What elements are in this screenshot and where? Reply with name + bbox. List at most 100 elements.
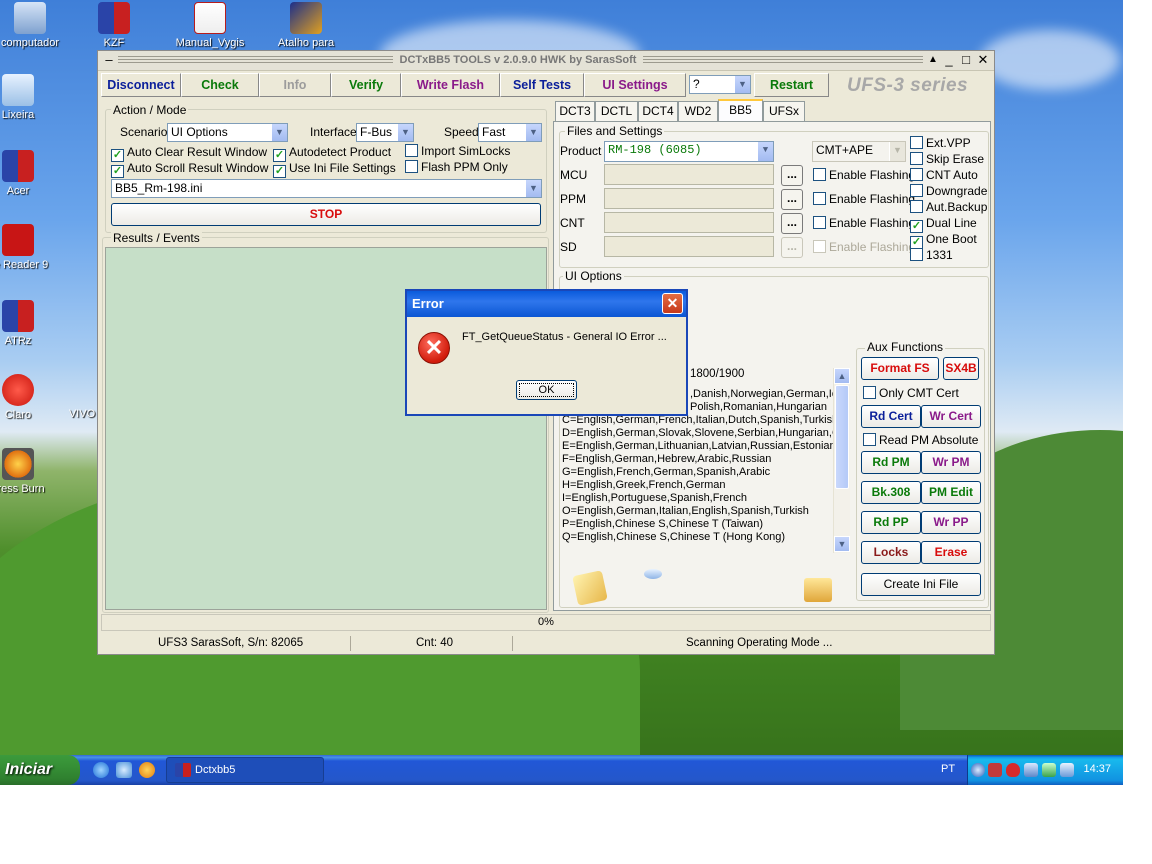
cnt-browse-button[interactable]: ... bbox=[781, 213, 803, 234]
media-player-icon[interactable] bbox=[139, 762, 155, 778]
create-ini-file-button[interactable]: Create Ini File bbox=[861, 573, 981, 596]
locks-button[interactable]: Locks bbox=[861, 541, 921, 564]
stop-button[interactable]: STOP bbox=[111, 203, 541, 226]
wr-cert-button[interactable]: Wr Cert bbox=[921, 405, 981, 428]
folder-icon[interactable] bbox=[804, 578, 832, 602]
cmt-select[interactable]: CMT+APE ▼ bbox=[812, 141, 906, 162]
open-folder-icon[interactable] bbox=[572, 570, 608, 606]
sd-field[interactable] bbox=[604, 236, 774, 257]
n1331-checkbox[interactable]: 1331 bbox=[910, 248, 953, 262]
ppm-field[interactable] bbox=[604, 188, 774, 209]
scrollbar-thumb[interactable] bbox=[835, 385, 849, 489]
self-tests-button[interactable]: Self Tests bbox=[500, 73, 584, 97]
aut-backup-checkbox[interactable]: Aut.Backup bbox=[910, 200, 987, 214]
rd-pp-button[interactable]: Rd PP bbox=[861, 511, 921, 534]
skip-erase-checkbox[interactable]: Skip Erase bbox=[910, 152, 984, 166]
check-button[interactable]: Check bbox=[181, 73, 259, 97]
monitor-icon[interactable] bbox=[1060, 763, 1074, 777]
network-tray-icon[interactable] bbox=[988, 763, 1002, 777]
language-scrollbar[interactable]: ▲ ▼ bbox=[833, 368, 850, 553]
title-bar[interactable]: – DCTxBB5 TOOLS v 2.0.9.0 HWK by SarasSo… bbox=[98, 51, 994, 71]
desktop-icon-burn[interactable]: press Burn bbox=[0, 448, 58, 495]
device-icon[interactable] bbox=[1024, 763, 1038, 777]
close-icon[interactable]: ✕ bbox=[662, 293, 683, 314]
desktop-icon-manual[interactable]: Manual_Vygis bbox=[170, 2, 250, 49]
one-boot-checkbox[interactable]: ✓ One Boot bbox=[910, 232, 977, 249]
cnt-auto-checkbox[interactable]: CNT Auto bbox=[910, 168, 978, 182]
start-button[interactable]: Iniciar bbox=[0, 755, 80, 785]
disk-icon[interactable] bbox=[644, 569, 662, 579]
maximize-icon[interactable]: □ bbox=[958, 52, 974, 68]
write-flash-button[interactable]: Write Flash bbox=[401, 73, 500, 97]
help-select[interactable]: ? ▼ bbox=[689, 75, 751, 94]
tab-wd2[interactable]: WD2 bbox=[678, 101, 718, 121]
wr-pp-button[interactable]: Wr PP bbox=[921, 511, 981, 534]
ie-icon[interactable] bbox=[93, 762, 109, 778]
cnt-field[interactable] bbox=[604, 212, 774, 233]
minimize-icon[interactable]: _ bbox=[941, 52, 957, 68]
ini-file-select[interactable]: BB5_Rm-198.ini ▼ bbox=[111, 179, 542, 198]
desktop-icon-reader[interactable]: be Reader 9 bbox=[0, 224, 58, 271]
verify-button[interactable]: Verify bbox=[331, 73, 401, 97]
disconnect-button[interactable]: Disconnect bbox=[101, 73, 181, 97]
ok-button[interactable]: OK bbox=[516, 380, 577, 400]
error-dialog-title[interactable]: Error bbox=[407, 291, 686, 317]
desktop-icon-computador[interactable]: computador bbox=[0, 2, 70, 49]
wr-pm-button[interactable]: Wr PM bbox=[921, 451, 981, 474]
desktop-icon-atalho[interactable]: Atalho para bbox=[266, 2, 346, 49]
ui-settings-button[interactable]: UI Settings bbox=[584, 73, 686, 97]
tab-dct4[interactable]: DCT4 bbox=[638, 101, 678, 121]
mcu-browse-button[interactable]: ... bbox=[781, 165, 803, 186]
ppm-enable-flashing-checkbox[interactable]: Enable Flashing bbox=[813, 192, 915, 206]
use-ini-checkbox[interactable]: ✓ Use Ini File Settings bbox=[273, 161, 396, 178]
ppm-browse-button[interactable]: ... bbox=[781, 189, 803, 210]
sd-enable-flashing-checkbox[interactable]: Enable Flashing bbox=[813, 240, 915, 254]
system-menu-icon[interactable]: – bbox=[101, 52, 117, 68]
scroll-down-icon[interactable]: ▼ bbox=[834, 536, 850, 552]
scroll-up-icon[interactable]: ▲ bbox=[925, 52, 941, 68]
dual-line-checkbox[interactable]: ✓ Dual Line bbox=[910, 216, 977, 233]
taskbar-item-dctxbb5[interactable]: Dctxbb5 bbox=[166, 757, 324, 783]
flash-ppm-only-checkbox[interactable]: Flash PPM Only bbox=[405, 160, 508, 174]
downgrade-checkbox[interactable]: Downgrade bbox=[910, 184, 987, 198]
language-indicator[interactable]: PT bbox=[941, 763, 955, 775]
tab-bb5[interactable]: BB5 bbox=[718, 99, 763, 122]
desktop-icon-kzf[interactable]: KZF bbox=[74, 2, 154, 49]
usb-icon[interactable] bbox=[1042, 763, 1056, 777]
ext-vpp-checkbox[interactable]: Ext.VPP bbox=[910, 136, 971, 150]
speed-select[interactable]: Fast ▼ bbox=[478, 123, 542, 142]
info-button[interactable]: Info bbox=[259, 73, 331, 97]
mcu-enable-flashing-checkbox[interactable]: Enable Flashing bbox=[813, 168, 915, 182]
erase-button[interactable]: Erase bbox=[921, 541, 981, 564]
desktop-icon-lixeira[interactable]: Lixeira bbox=[0, 74, 58, 121]
desktop-icon-atrz[interactable]: ATRz bbox=[0, 300, 58, 347]
interface-select[interactable]: F-Bus ▼ bbox=[356, 123, 414, 142]
autodetect-checkbox[interactable]: ✓ Autodetect Product bbox=[273, 145, 391, 162]
format-fs-button[interactable]: Format FS bbox=[861, 357, 939, 380]
import-simlocks-checkbox[interactable]: Import SimLocks bbox=[405, 144, 510, 158]
desktop-icon-acer[interactable]: Acer bbox=[0, 150, 58, 197]
mcu-field[interactable] bbox=[604, 164, 774, 185]
desktop-icon[interactable] bbox=[116, 762, 132, 778]
sd-browse-button[interactable]: ... bbox=[781, 237, 803, 258]
clock[interactable]: 14:37 bbox=[1083, 763, 1111, 775]
read-pm-absolute-checkbox[interactable]: Read PM Absolute bbox=[863, 433, 978, 447]
cnt-enable-flashing-checkbox[interactable]: Enable Flashing bbox=[813, 216, 915, 230]
tab-dct3[interactable]: DCT3 bbox=[555, 101, 595, 121]
restart-button[interactable]: Restart bbox=[754, 73, 829, 97]
product-select[interactable]: RM-198 (6085) ▼ bbox=[604, 141, 774, 162]
rd-cert-button[interactable]: Rd Cert bbox=[861, 405, 921, 428]
shield-icon[interactable] bbox=[1006, 763, 1020, 777]
auto-clear-checkbox[interactable]: ✓ Auto Clear Result Window bbox=[111, 145, 267, 162]
rd-pm-button[interactable]: Rd PM bbox=[861, 451, 921, 474]
desktop-icon-claro[interactable]: Claro bbox=[0, 374, 58, 421]
sx4b-button[interactable]: SX4B bbox=[943, 357, 979, 380]
scroll-up-icon[interactable]: ▲ bbox=[834, 368, 850, 384]
bk308-button[interactable]: Bk.308 bbox=[861, 481, 921, 504]
auto-scroll-checkbox[interactable]: ✓ Auto Scroll Result Window bbox=[111, 161, 268, 178]
close-icon[interactable]: ✕ bbox=[975, 52, 991, 68]
only-cmt-cert-checkbox[interactable]: Only CMT Cert bbox=[863, 386, 959, 400]
tab-ufsx[interactable]: UFSx bbox=[763, 101, 805, 121]
pm-edit-button[interactable]: PM Edit bbox=[921, 481, 981, 504]
scenario-select[interactable]: UI Options ▼ bbox=[167, 123, 288, 142]
